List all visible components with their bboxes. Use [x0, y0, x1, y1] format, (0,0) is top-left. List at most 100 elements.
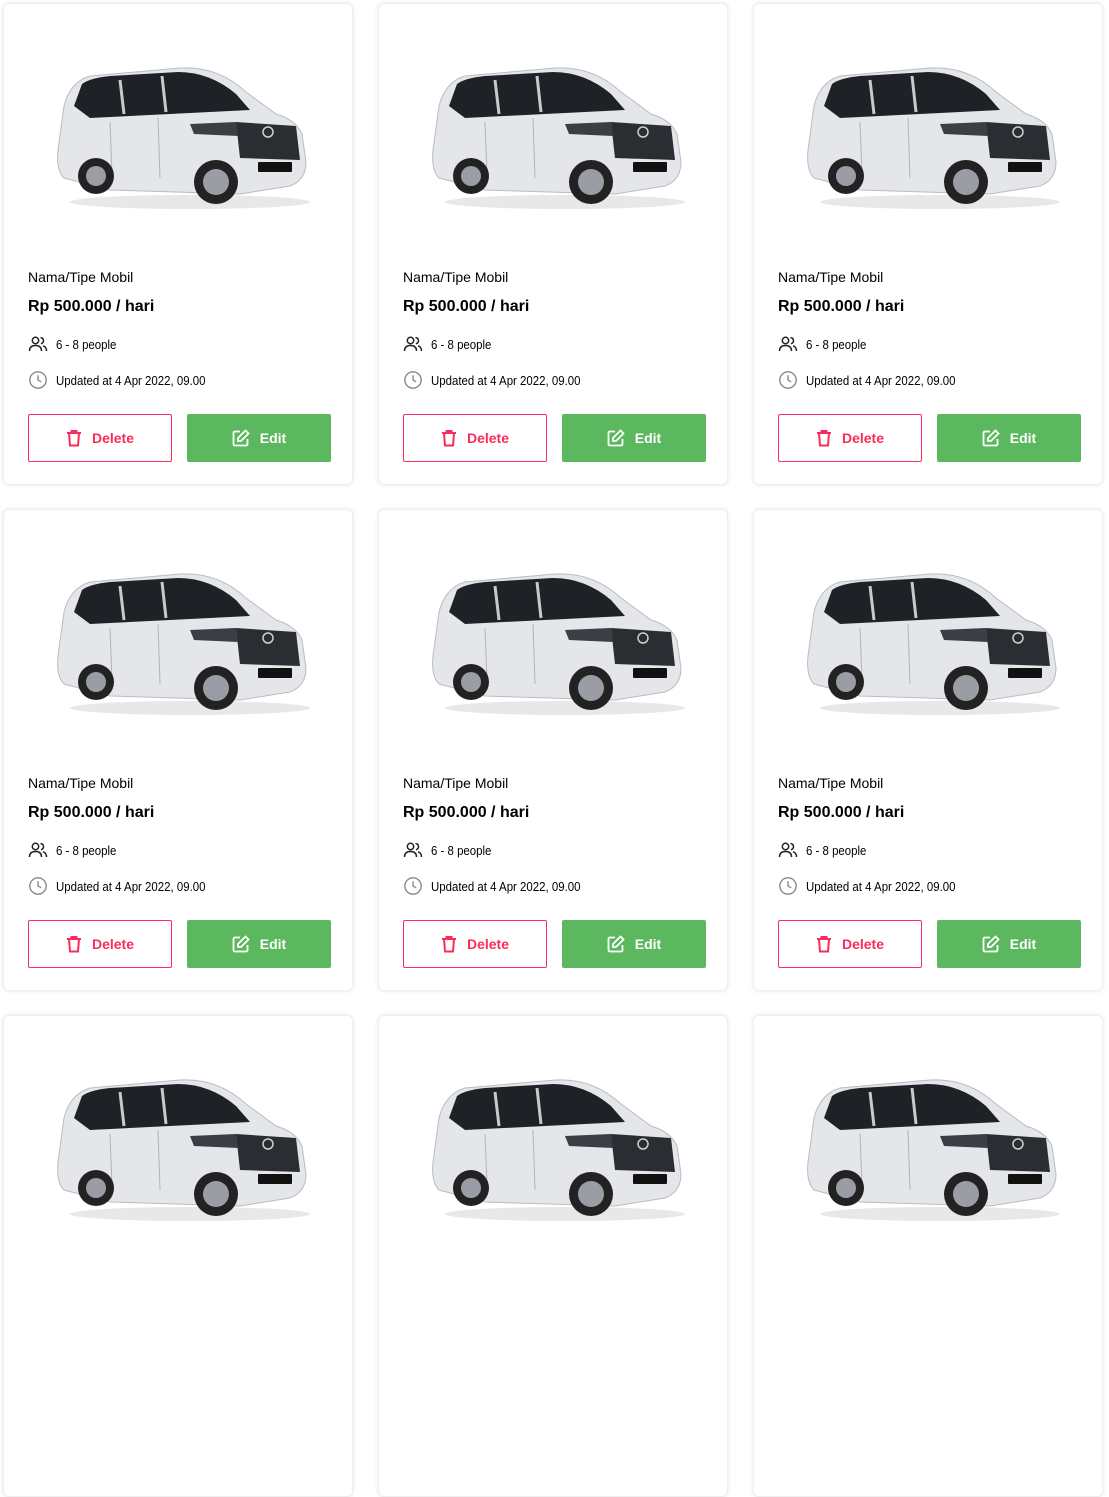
edit-icon — [232, 429, 250, 447]
car-card: Nama/Tipe Mobil Rp 500.000 / hari 6 - 8 … — [378, 3, 728, 485]
car-card: Nama/Tipe Mobil Rp 500.000 / hari 6 - 8 … — [378, 509, 728, 991]
capacity-row: 6 - 8 people — [778, 334, 875, 354]
delete-label: Delete — [91, 936, 135, 952]
capacity-row: 6 - 8 people — [778, 840, 875, 860]
edit-label: Edit — [259, 430, 287, 446]
delete-button[interactable]: Delete — [778, 414, 922, 462]
updated-row: Updated at 4 Apr 2022, 09.00 — [778, 876, 976, 896]
car-card: Nama/Tipe Mobil Rp 500.000 / hari 6 - 8 … — [3, 509, 353, 991]
edit-label: Edit — [1009, 430, 1037, 446]
capacity-text: 6 - 8 people — [56, 336, 117, 352]
delete-button[interactable]: Delete — [778, 920, 922, 968]
car-card — [378, 1015, 728, 1497]
capacity-row: 6 - 8 people — [28, 840, 125, 860]
car-price: Rp 500.000 / hari — [778, 804, 905, 821]
delete-label: Delete — [466, 430, 510, 446]
car-name: Nama/Tipe Mobil — [28, 269, 134, 285]
people-icon — [403, 336, 423, 352]
updated-text: Updated at 4 Apr 2022, 09.00 — [431, 878, 581, 894]
delete-button[interactable]: Delete — [403, 920, 547, 968]
clock-icon — [404, 371, 422, 389]
car-name: Nama/Tipe Mobil — [403, 269, 509, 285]
car-image — [50, 1074, 312, 1224]
car-name: Nama/Tipe Mobil — [403, 775, 509, 791]
car-price: Rp 500.000 / hari — [403, 298, 530, 315]
edit-button[interactable]: Edit — [562, 414, 706, 462]
car-card — [3, 1015, 353, 1497]
clock-icon — [29, 371, 47, 389]
car-card: Nama/Tipe Mobil Rp 500.000 / hari 6 - 8 … — [753, 509, 1103, 991]
updated-row: Updated at 4 Apr 2022, 09.00 — [28, 876, 226, 896]
edit-label: Edit — [634, 430, 662, 446]
car-image — [800, 1074, 1062, 1224]
car-price: Rp 500.000 / hari — [28, 804, 155, 821]
edit-button[interactable]: Edit — [562, 920, 706, 968]
edit-button[interactable]: Edit — [187, 920, 331, 968]
edit-label: Edit — [1009, 936, 1037, 952]
updated-text: Updated at 4 Apr 2022, 09.00 — [56, 878, 206, 894]
capacity-text: 6 - 8 people — [806, 842, 867, 858]
edit-button[interactable]: Edit — [937, 920, 1081, 968]
delete-label: Delete — [91, 430, 135, 446]
updated-row: Updated at 4 Apr 2022, 09.00 — [778, 370, 976, 390]
delete-button[interactable]: Delete — [28, 920, 172, 968]
edit-label: Edit — [634, 936, 662, 952]
car-price: Rp 500.000 / hari — [778, 298, 905, 315]
car-price: Rp 500.000 / hari — [403, 804, 530, 821]
people-icon — [28, 842, 48, 858]
delete-button[interactable]: Delete — [28, 414, 172, 462]
capacity-text: 6 - 8 people — [806, 336, 867, 352]
car-image — [425, 568, 687, 718]
clock-icon — [29, 877, 47, 895]
clock-icon — [404, 877, 422, 895]
trash-icon — [816, 936, 831, 953]
car-image — [425, 1074, 687, 1224]
trash-icon — [66, 430, 81, 447]
car-name: Nama/Tipe Mobil — [28, 775, 134, 791]
clock-icon — [779, 877, 797, 895]
clock-icon — [779, 371, 797, 389]
edit-icon — [607, 429, 625, 447]
car-image — [50, 568, 312, 718]
trash-icon — [441, 430, 456, 447]
car-card-grid: Nama/Tipe Mobil Rp 500.000 / hari 6 - 8 … — [0, 0, 1109, 1497]
car-image — [425, 62, 687, 212]
trash-icon — [66, 936, 81, 953]
updated-text: Updated at 4 Apr 2022, 09.00 — [56, 372, 206, 388]
car-card: Nama/Tipe Mobil Rp 500.000 / hari 6 - 8 … — [3, 3, 353, 485]
edit-button[interactable]: Edit — [187, 414, 331, 462]
capacity-row: 6 - 8 people — [403, 334, 500, 354]
capacity-text: 6 - 8 people — [431, 336, 492, 352]
car-name: Nama/Tipe Mobil — [778, 775, 884, 791]
trash-icon — [441, 936, 456, 953]
updated-row: Updated at 4 Apr 2022, 09.00 — [403, 370, 601, 390]
delete-label: Delete — [841, 936, 885, 952]
car-card: Nama/Tipe Mobil Rp 500.000 / hari 6 - 8 … — [753, 3, 1103, 485]
updated-text: Updated at 4 Apr 2022, 09.00 — [806, 878, 956, 894]
car-price: Rp 500.000 / hari — [28, 298, 155, 315]
people-icon — [28, 336, 48, 352]
edit-button[interactable]: Edit — [937, 414, 1081, 462]
capacity-row: 6 - 8 people — [403, 840, 500, 860]
capacity-text: 6 - 8 people — [56, 842, 117, 858]
capacity-row: 6 - 8 people — [28, 334, 125, 354]
people-icon — [778, 842, 798, 858]
trash-icon — [816, 430, 831, 447]
updated-row: Updated at 4 Apr 2022, 09.00 — [403, 876, 601, 896]
edit-icon — [607, 935, 625, 953]
updated-text: Updated at 4 Apr 2022, 09.00 — [806, 372, 956, 388]
updated-text: Updated at 4 Apr 2022, 09.00 — [431, 372, 581, 388]
car-image — [800, 62, 1062, 212]
edit-icon — [232, 935, 250, 953]
edit-icon — [982, 935, 1000, 953]
updated-row: Updated at 4 Apr 2022, 09.00 — [28, 370, 226, 390]
capacity-text: 6 - 8 people — [431, 842, 492, 858]
car-card — [753, 1015, 1103, 1497]
delete-label: Delete — [841, 430, 885, 446]
edit-icon — [982, 429, 1000, 447]
car-name: Nama/Tipe Mobil — [778, 269, 884, 285]
delete-button[interactable]: Delete — [403, 414, 547, 462]
car-image — [50, 62, 312, 212]
edit-label: Edit — [259, 936, 287, 952]
car-image — [800, 568, 1062, 718]
